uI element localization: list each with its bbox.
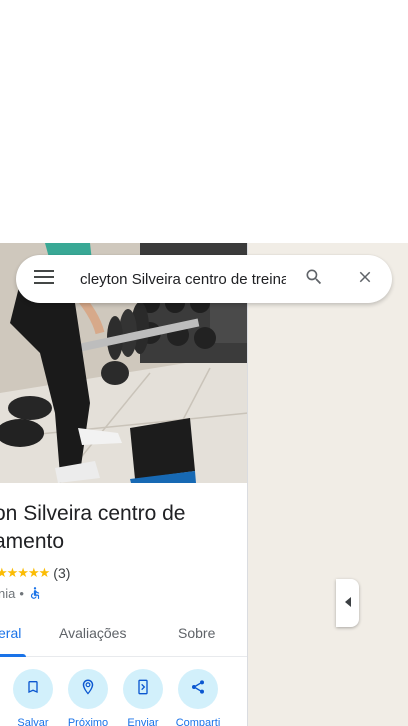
clear-search-button[interactable] [349, 263, 381, 295]
share-button[interactable]: Comparti [170, 669, 226, 726]
search-input[interactable] [80, 267, 286, 291]
place-title: on Silveira centro de amento [0, 500, 247, 556]
separator-dot: • [19, 585, 24, 601]
close-x-icon [356, 268, 374, 291]
place-title-line-1: on Silveira centro de [0, 502, 186, 525]
save-button[interactable]: Salvar [5, 669, 61, 726]
active-tab-indicator [0, 654, 26, 657]
send-to-phone-icon [135, 679, 151, 700]
blank-top-area [0, 0, 408, 243]
bookmark-icon [25, 679, 41, 700]
save-circle [13, 669, 53, 709]
place-details-panel: on Silveira centro de amento ★★★★★ (3) n… [0, 243, 248, 726]
magnifier-icon [304, 267, 324, 292]
send-circle [123, 669, 163, 709]
tab-reviews[interactable]: Avaliações [59, 625, 126, 641]
search-button[interactable] [298, 263, 330, 295]
share-circle [178, 669, 218, 709]
nearby-label: Próximo [67, 717, 109, 726]
place-tabs: eral Avaliações Sobre [0, 615, 247, 657]
collapse-panel-button[interactable] [336, 579, 359, 627]
send-to-phone-button[interactable]: Enviar [115, 669, 171, 726]
search-box [16, 255, 392, 303]
share-label: Comparti [175, 717, 221, 726]
place-category[interactable]: nia [0, 586, 15, 601]
caret-left-icon [344, 594, 352, 612]
action-buttons: Salvar Próximo Enviar Comparti [0, 669, 247, 726]
nearby-button[interactable]: Próximo [60, 669, 116, 726]
rating-row[interactable]: ★★★★★ (3) [0, 564, 70, 582]
category-row: nia • [0, 584, 42, 602]
menu-button[interactable] [28, 263, 60, 295]
wheelchair-icon [28, 586, 42, 600]
rating-stars: ★★★★★ [0, 565, 50, 580]
place-title-line-2: amento [0, 530, 65, 553]
tab-overview[interactable]: eral [0, 625, 21, 641]
rating-count[interactable]: (3) [53, 565, 70, 581]
share-icon [190, 679, 206, 700]
save-label: Salvar [17, 717, 49, 726]
tab-about[interactable]: Sobre [178, 625, 215, 641]
nearby-circle [68, 669, 108, 709]
map-canvas[interactable] [248, 243, 408, 726]
nearby-pin-icon [79, 678, 97, 701]
send-label: Enviar [127, 717, 159, 726]
maps-app: on Silveira centro de amento ★★★★★ (3) n… [0, 0, 408, 726]
hamburger-menu-icon [34, 269, 54, 289]
